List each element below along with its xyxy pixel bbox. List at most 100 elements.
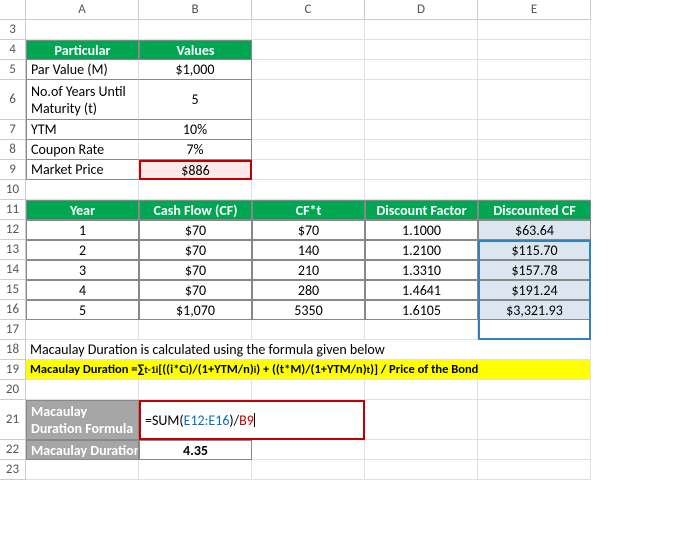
cell-dcf[interactable]: $3,321.93 <box>478 300 591 320</box>
cell-cf[interactable]: $70 <box>139 240 252 260</box>
label-par-value[interactable]: Par Value (M) <box>26 60 139 80</box>
cell[interactable] <box>26 380 139 400</box>
cell-year[interactable]: 1 <box>26 220 139 240</box>
value-par-value[interactable]: $1,000 <box>139 60 252 80</box>
cell[interactable] <box>26 460 139 480</box>
label-macaulay-formula[interactable]: Macaulay Duration Formula <box>26 400 139 440</box>
label-years[interactable]: No.of Years Until Maturity (t) <box>26 80 139 120</box>
cell[interactable] <box>478 80 591 120</box>
cell-df[interactable]: 1.1000 <box>365 220 478 240</box>
header-particular[interactable]: Particular <box>26 40 139 60</box>
cell[interactable] <box>252 120 365 140</box>
formula-input-cell[interactable]: =SUM(E12:E16)/B9 <box>139 400 365 440</box>
cell-df[interactable]: 1.6105 <box>365 300 478 320</box>
cell[interactable] <box>478 40 591 60</box>
cell-year[interactable]: 3 <box>26 260 139 280</box>
cell[interactable] <box>478 440 591 460</box>
col-header-B[interactable]: B <box>139 0 252 20</box>
cell[interactable] <box>478 60 591 80</box>
cell[interactable] <box>139 320 252 340</box>
cell[interactable] <box>26 320 139 340</box>
row-header[interactable]: 23 <box>0 460 26 480</box>
cell[interactable] <box>365 180 478 200</box>
note-text[interactable]: Macaulay Duration is calculated using th… <box>26 340 591 360</box>
cell[interactable] <box>139 380 252 400</box>
cell[interactable] <box>478 180 591 200</box>
cell-df[interactable]: 1.3310 <box>365 260 478 280</box>
row-header[interactable]: 11 <box>0 200 26 220</box>
cell-dcf[interactable]: $63.64 <box>478 220 591 240</box>
cell[interactable] <box>365 380 478 400</box>
value-ytm[interactable]: 10% <box>139 120 252 140</box>
value-years[interactable]: 5 <box>139 80 252 120</box>
cell-cf[interactable]: $70 <box>139 220 252 240</box>
cell-cf[interactable]: $70 <box>139 260 252 280</box>
value-macaulay-duration[interactable]: 4.35 <box>139 440 252 460</box>
header-discount-factor[interactable]: Discount Factor <box>365 200 478 220</box>
cell-df[interactable]: 1.2100 <box>365 240 478 260</box>
cell[interactable] <box>252 40 365 60</box>
row-header[interactable]: 10 <box>0 180 26 200</box>
row-header[interactable]: 17 <box>0 320 26 340</box>
cell-cft[interactable]: $70 <box>252 220 365 240</box>
cell[interactable] <box>478 320 591 340</box>
cell[interactable] <box>365 80 478 120</box>
header-year[interactable]: Year <box>26 200 139 220</box>
cell[interactable] <box>478 20 591 40</box>
cell-dcf[interactable]: $157.78 <box>478 260 591 280</box>
header-discounted-cf[interactable]: Discounted CF <box>478 200 591 220</box>
cell[interactable] <box>478 160 591 180</box>
row-header[interactable]: 3 <box>0 20 26 40</box>
cell-df[interactable]: 1.4641 <box>365 280 478 300</box>
cell[interactable] <box>365 160 478 180</box>
cell-year[interactable]: 4 <box>26 280 139 300</box>
header-cft[interactable]: CF*t <box>252 200 365 220</box>
row-header[interactable]: 12 <box>0 220 26 240</box>
cell[interactable] <box>365 320 478 340</box>
col-header-C[interactable]: C <box>252 0 365 20</box>
cell-dcf[interactable]: $191.24 <box>478 280 591 300</box>
row-header[interactable]: 4 <box>0 40 26 60</box>
cell[interactable] <box>365 140 478 160</box>
cell[interactable] <box>478 140 591 160</box>
row-header[interactable]: 22 <box>0 440 26 460</box>
cell-cf[interactable]: $1,070 <box>139 300 252 320</box>
cell-cft[interactable]: 210 <box>252 260 365 280</box>
cell[interactable] <box>478 460 591 480</box>
cell[interactable] <box>252 20 365 40</box>
cell[interactable] <box>252 440 365 460</box>
row-header[interactable]: 6 <box>0 80 26 120</box>
row-header[interactable]: 18 <box>0 340 26 360</box>
cell[interactable] <box>252 320 365 340</box>
label-market-price[interactable]: Market Price <box>26 160 139 180</box>
cell[interactable] <box>252 60 365 80</box>
formula-description[interactable]: Macaulay Duration = ∑t-1i [((i*Ci)/(1+YT… <box>26 360 591 380</box>
cell[interactable] <box>252 160 365 180</box>
row-header[interactable]: 20 <box>0 380 26 400</box>
row-header[interactable]: 15 <box>0 280 26 300</box>
cell[interactable] <box>26 20 139 40</box>
cell[interactable] <box>365 400 478 440</box>
row-header[interactable]: 14 <box>0 260 26 280</box>
col-header-A[interactable]: A <box>26 0 139 20</box>
cell[interactable] <box>252 180 365 200</box>
cell[interactable] <box>365 40 478 60</box>
cell[interactable] <box>365 120 478 140</box>
label-coupon[interactable]: Coupon Rate <box>26 140 139 160</box>
label-ytm[interactable]: YTM <box>26 120 139 140</box>
row-header[interactable]: 19 <box>0 360 26 380</box>
cell[interactable] <box>478 120 591 140</box>
row-header[interactable]: 7 <box>0 120 26 140</box>
col-header-D[interactable]: D <box>365 0 478 20</box>
cell-year[interactable]: 2 <box>26 240 139 260</box>
col-header-E[interactable]: E <box>478 0 591 20</box>
cell[interactable] <box>252 460 365 480</box>
row-header[interactable]: 9 <box>0 160 26 180</box>
cell-cft[interactable]: 280 <box>252 280 365 300</box>
spreadsheet-grid[interactable]: A B C D E 3 4 Particular Values 5 Par Va… <box>0 0 682 480</box>
cell[interactable] <box>365 20 478 40</box>
cell[interactable] <box>478 380 591 400</box>
value-coupon[interactable]: 7% <box>139 140 252 160</box>
row-header[interactable]: 5 <box>0 60 26 80</box>
cell[interactable] <box>139 20 252 40</box>
